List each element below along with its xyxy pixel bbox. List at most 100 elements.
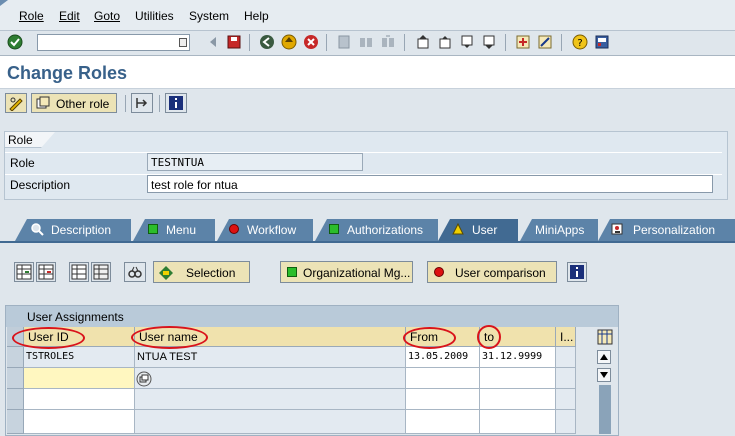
description-label: Description — [10, 178, 71, 192]
table-cell-user-name: NTUA TEST — [135, 347, 406, 368]
new-session-icon[interactable] — [515, 34, 531, 50]
table-insert-icon — [16, 264, 32, 280]
application-toolbar: Other role — [0, 89, 735, 117]
find-icon[interactable] — [358, 34, 374, 50]
user-comparison-button[interactable]: User comparison — [427, 261, 557, 283]
tab-authorizations[interactable]: Authorizations — [327, 219, 438, 241]
help-icon[interactable]: ? — [572, 34, 588, 50]
svg-text:?: ? — [577, 38, 582, 49]
tab-menu[interactable]: Menu — [145, 219, 215, 241]
magnifier-icon — [31, 223, 44, 236]
table-cell-to[interactable] — [480, 410, 556, 434]
row-selector[interactable] — [7, 410, 24, 434]
selection-button[interactable]: Selection — [153, 261, 250, 283]
red-status-icon — [434, 267, 444, 277]
tab-description[interactable]: Description — [27, 219, 131, 241]
table-cell-user-id[interactable] — [24, 410, 135, 434]
deselect-all-icon — [93, 264, 109, 280]
info-icon — [169, 96, 183, 110]
table-cell-to[interactable] — [480, 368, 556, 389]
menu-goto[interactable]: Goto — [94, 9, 120, 23]
binoculars-button[interactable] — [124, 262, 146, 282]
toolbar-separator — [326, 34, 327, 51]
hierarchy-button[interactable] — [131, 93, 153, 113]
find-next-icon[interactable] — [380, 34, 396, 50]
tab-workflow[interactable]: Workflow — [229, 219, 313, 241]
table-vertical-scrollbar[interactable] — [597, 347, 613, 434]
page-title: Change Roles — [7, 63, 128, 83]
other-role-button[interactable]: Other role — [31, 93, 117, 113]
column-header-i[interactable]: I... — [556, 327, 576, 347]
back-arrow-small-icon[interactable] — [205, 34, 221, 50]
command-dropdown-icon[interactable] — [179, 38, 187, 47]
display-change-button[interactable] — [5, 93, 27, 113]
menu-utilities[interactable]: Utilities — [135, 9, 174, 23]
info-button[interactable] — [165, 93, 187, 113]
toolbar-separator — [505, 34, 506, 51]
table-settings-icon[interactable] — [597, 329, 613, 345]
table-cell-from[interactable]: 13.05.2009 — [406, 347, 480, 368]
table-cell-from[interactable] — [406, 410, 480, 434]
save-icon[interactable] — [226, 34, 242, 50]
table-cell-to[interactable] — [480, 389, 556, 410]
deselect-all-button[interactable] — [91, 262, 111, 282]
tab-user[interactable]: User — [450, 219, 518, 241]
role-field: TESTNTUA — [147, 153, 363, 171]
table-title-bar: User Assignments — [6, 306, 618, 327]
table-cell-user-name — [135, 368, 406, 389]
delete-row-button[interactable] — [36, 262, 56, 282]
org-mgmt-button[interactable]: Organizational Mg... — [280, 261, 413, 283]
select-all-button[interactable] — [69, 262, 89, 282]
tab-edge — [15, 219, 27, 241]
table-cell-user-id[interactable]: TSTROLES — [24, 347, 135, 368]
frame-header-slant — [41, 132, 55, 148]
table-cell-i — [556, 389, 576, 410]
menu-role[interactable]: Role — [19, 9, 44, 23]
scroll-thumb[interactable] — [599, 385, 611, 434]
scroll-down-button[interactable] — [597, 368, 611, 382]
annotation-circle-user-id — [12, 327, 85, 349]
menu-system[interactable]: System — [189, 9, 229, 23]
menu-edit[interactable]: Edit — [59, 9, 80, 23]
table-cell-user-id[interactable] — [24, 389, 135, 410]
tab-edge — [217, 219, 229, 241]
annotation-circle-to — [477, 325, 501, 349]
table-delete-icon — [38, 264, 54, 280]
back-icon[interactable] — [259, 34, 275, 50]
cancel-icon[interactable] — [303, 34, 319, 50]
layout-menu-icon[interactable] — [594, 34, 610, 50]
next-page-icon[interactable] — [459, 34, 475, 50]
row-selector[interactable] — [7, 347, 24, 368]
annotation-circle-user-name — [131, 326, 208, 349]
table-cell-user-id-input[interactable] — [24, 368, 135, 389]
toolbar-separator — [125, 95, 126, 112]
first-page-icon[interactable] — [415, 34, 431, 50]
shortcut-icon[interactable] — [537, 34, 553, 50]
info-button[interactable] — [567, 262, 587, 282]
select-all-icon — [71, 264, 87, 280]
green-status-icon — [329, 224, 339, 234]
table-cell-to[interactable]: 31.12.9999 — [480, 347, 556, 368]
table-cell-from[interactable] — [406, 389, 480, 410]
enter-check-icon[interactable] — [7, 34, 23, 50]
last-page-icon[interactable] — [481, 34, 497, 50]
tab-personalization[interactable]: Personalization — [610, 219, 735, 241]
description-field[interactable]: test role for ntua — [147, 175, 713, 193]
tab-strip: Description Menu Workflow Authorizations… — [0, 219, 735, 241]
tab-edge — [598, 219, 610, 241]
toolbar-separator — [404, 34, 405, 51]
toolbar-separator — [159, 95, 160, 112]
other-object-icon — [36, 96, 50, 109]
exit-icon[interactable] — [281, 34, 297, 50]
assign-button[interactable] — [14, 262, 34, 282]
value-help-icon[interactable] — [136, 371, 152, 387]
tab-miniapps[interactable]: MiniApps — [532, 219, 598, 241]
previous-page-icon[interactable] — [437, 34, 453, 50]
command-field[interactable] — [37, 34, 190, 51]
menu-help[interactable]: Help — [244, 9, 269, 23]
row-selector[interactable] — [7, 368, 24, 389]
table-cell-from[interactable] — [406, 368, 480, 389]
print-icon[interactable] — [336, 34, 352, 50]
row-selector[interactable] — [7, 389, 24, 410]
scroll-up-button[interactable] — [597, 350, 611, 364]
